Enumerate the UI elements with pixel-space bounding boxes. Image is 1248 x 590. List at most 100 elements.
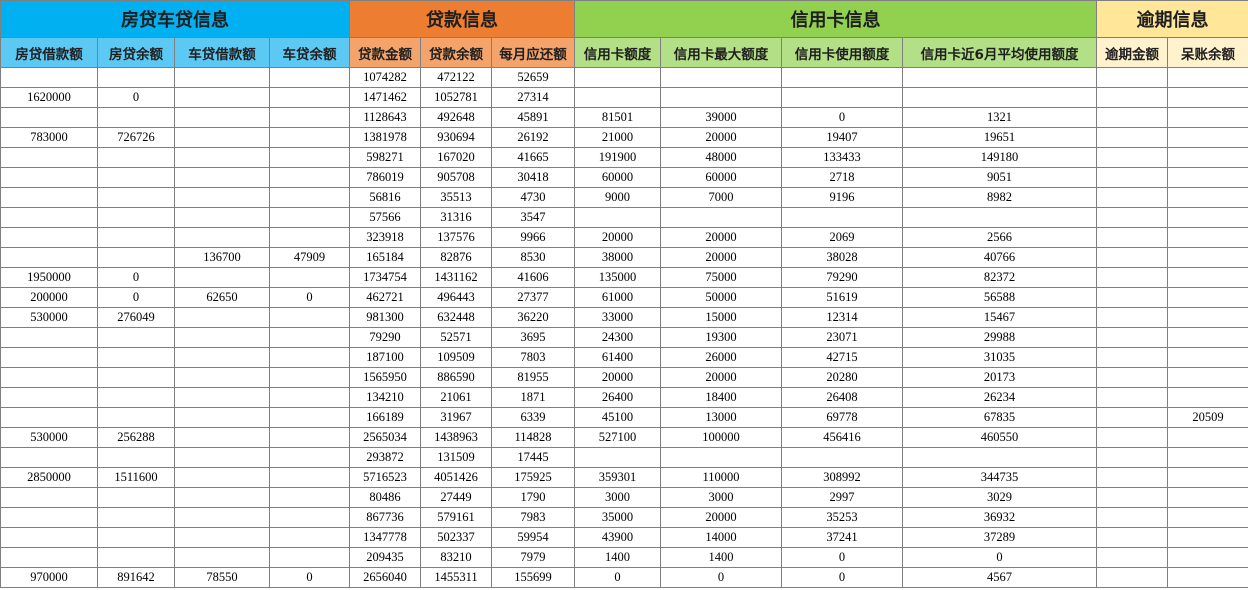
table-cell[interactable]: [1167, 127, 1248, 148]
table-cell[interactable]: 67835: [902, 407, 1098, 428]
table-cell[interactable]: [574, 447, 662, 468]
table-cell[interactable]: 783000: [0, 127, 98, 148]
table-cell[interactable]: [174, 127, 270, 148]
table-cell[interactable]: 344735: [902, 467, 1098, 488]
table-cell[interactable]: [902, 67, 1098, 88]
table-cell[interactable]: 598271: [349, 147, 421, 168]
table-cell[interactable]: [1167, 347, 1248, 368]
table-cell[interactable]: 502337: [420, 527, 492, 548]
table-cell[interactable]: 6339: [490, 407, 576, 428]
table-cell[interactable]: [1096, 87, 1169, 108]
table-cell[interactable]: [1096, 207, 1169, 228]
table-cell[interactable]: [1167, 187, 1248, 208]
table-cell[interactable]: [902, 447, 1098, 468]
table-cell[interactable]: 256288: [97, 427, 175, 448]
table-cell[interactable]: [1167, 147, 1248, 168]
table-cell[interactable]: 75000: [660, 267, 783, 288]
table-cell[interactable]: [97, 247, 175, 268]
table-cell[interactable]: 2850000: [0, 467, 98, 488]
table-cell[interactable]: [1096, 147, 1169, 168]
table-cell[interactable]: 1455311: [420, 567, 492, 588]
table-cell[interactable]: [1167, 447, 1248, 468]
table-cell[interactable]: 136700: [174, 247, 270, 268]
table-cell[interactable]: 20000: [660, 247, 783, 268]
table-cell[interactable]: [660, 207, 783, 228]
table-cell[interactable]: [0, 147, 98, 168]
table-cell[interactable]: 726726: [97, 127, 175, 148]
table-cell[interactable]: 8530: [490, 247, 576, 268]
table-cell[interactable]: 13000: [660, 407, 783, 428]
table-cell[interactable]: 37289: [902, 527, 1098, 548]
table-cell[interactable]: [1096, 167, 1169, 188]
table-cell[interactable]: [574, 207, 662, 228]
table-cell[interactable]: [0, 347, 98, 368]
table-cell[interactable]: 14000: [660, 527, 783, 548]
table-cell[interactable]: [1096, 347, 1169, 368]
table-cell[interactable]: [902, 207, 1098, 228]
table-cell[interactable]: [1096, 407, 1169, 428]
table-cell[interactable]: [0, 67, 98, 88]
table-cell[interactable]: [269, 67, 350, 88]
table-cell[interactable]: 62650: [174, 287, 270, 308]
column-header[interactable]: 信用卡最大额度: [660, 37, 783, 68]
table-cell[interactable]: 2069: [781, 227, 904, 248]
table-cell[interactable]: 61400: [574, 347, 662, 368]
table-cell[interactable]: 0: [269, 287, 350, 308]
table-cell[interactable]: 114828: [490, 427, 576, 448]
table-cell[interactable]: 51619: [781, 287, 904, 308]
table-cell[interactable]: 187100: [349, 347, 421, 368]
table-cell[interactable]: 492648: [420, 107, 492, 128]
column-header[interactable]: 车贷借款额: [174, 37, 270, 68]
table-cell[interactable]: 0: [781, 547, 904, 568]
table-cell[interactable]: 43900: [574, 527, 662, 548]
table-cell[interactable]: 1074282: [349, 67, 421, 88]
table-cell[interactable]: 970000: [0, 567, 98, 588]
table-cell[interactable]: 632448: [420, 307, 492, 328]
table-cell[interactable]: [1167, 227, 1248, 248]
table-cell[interactable]: 27314: [490, 87, 576, 108]
table-cell[interactable]: [0, 207, 98, 228]
table-cell[interactable]: 19651: [902, 127, 1098, 148]
column-header[interactable]: 车贷余额: [269, 37, 350, 68]
table-cell[interactable]: 83210: [420, 547, 492, 568]
table-cell[interactable]: [174, 207, 270, 228]
table-cell[interactable]: 82876: [420, 247, 492, 268]
table-cell[interactable]: [269, 107, 350, 128]
table-cell[interactable]: 26234: [902, 387, 1098, 408]
table-cell[interactable]: 462721: [349, 287, 421, 308]
table-cell[interactable]: 9000: [574, 187, 662, 208]
table-cell[interactable]: [1096, 287, 1169, 308]
table-cell[interactable]: [0, 247, 98, 268]
table-cell[interactable]: 7000: [660, 187, 783, 208]
table-cell[interactable]: [781, 87, 904, 108]
table-cell[interactable]: 27449: [420, 487, 492, 508]
table-cell[interactable]: 359301: [574, 467, 662, 488]
table-cell[interactable]: 2566: [902, 227, 1098, 248]
table-cell[interactable]: [269, 267, 350, 288]
table-cell[interactable]: 209435: [349, 547, 421, 568]
table-cell[interactable]: 149180: [902, 147, 1098, 168]
group-header-credit-card[interactable]: 信用卡信息: [574, 0, 1098, 38]
table-cell[interactable]: 36932: [902, 507, 1098, 528]
table-cell[interactable]: [660, 447, 783, 468]
table-cell[interactable]: 61000: [574, 287, 662, 308]
table-cell[interactable]: [1096, 227, 1169, 248]
table-cell[interactable]: [97, 487, 175, 508]
table-cell[interactable]: [1167, 87, 1248, 108]
table-cell[interactable]: 891642: [97, 567, 175, 588]
table-cell[interactable]: 496443: [420, 287, 492, 308]
table-cell[interactable]: 9966: [490, 227, 576, 248]
table-cell[interactable]: [1096, 187, 1169, 208]
table-cell[interactable]: [174, 87, 270, 108]
table-cell[interactable]: [0, 167, 98, 188]
table-cell[interactable]: [0, 227, 98, 248]
table-cell[interactable]: [1167, 507, 1248, 528]
table-cell[interactable]: 40766: [902, 247, 1098, 268]
table-cell[interactable]: 18400: [660, 387, 783, 408]
table-cell[interactable]: 191900: [574, 147, 662, 168]
table-cell[interactable]: [174, 547, 270, 568]
table-cell[interactable]: [269, 427, 350, 448]
table-cell[interactable]: [174, 307, 270, 328]
table-cell[interactable]: 5716523: [349, 467, 421, 488]
table-cell[interactable]: [269, 487, 350, 508]
